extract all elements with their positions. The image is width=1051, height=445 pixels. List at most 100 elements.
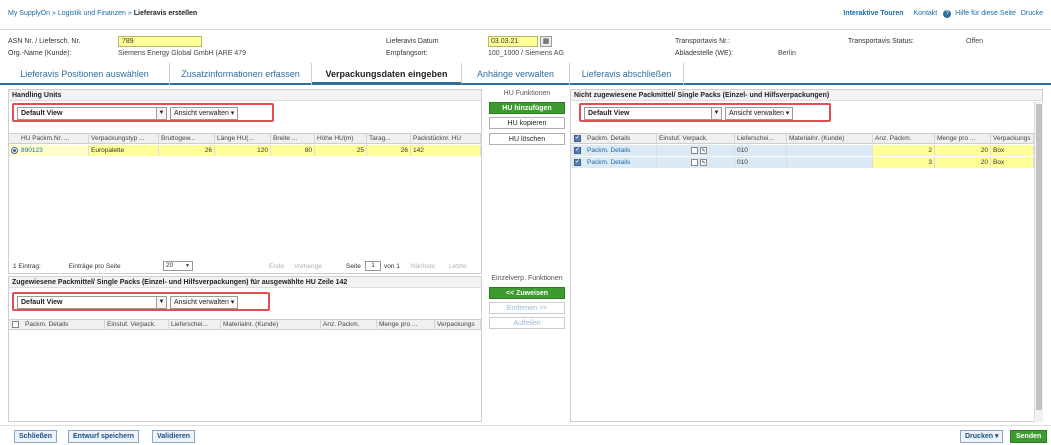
scroll-thumb[interactable]: [1036, 104, 1042, 410]
col-tare[interactable]: Tarag...: [367, 134, 411, 144]
help-icon[interactable]: ?: [943, 10, 952, 18]
col-packaging-type[interactable]: Verpackungstyp ...: [89, 134, 159, 144]
col-package-no[interactable]: Packstücknr. HU: [411, 134, 481, 144]
col-qty-per[interactable]: Menge pro ...: [935, 134, 991, 144]
breadcrumb-sep: »: [127, 10, 132, 17]
cell-material-no: [787, 145, 873, 156]
cell-pack-count[interactable]: 3: [873, 157, 935, 168]
add-hu-button[interactable]: HU hinzufügen: [489, 102, 565, 114]
packm-details-link[interactable]: Packm. Details: [585, 157, 657, 168]
col-pack-count[interactable]: Anz. Packm.: [321, 320, 377, 330]
row-checkbox[interactable]: [574, 158, 581, 166]
top-bar: My SupplyOn » Logistik und Finanzen » Li…: [0, 0, 1051, 30]
cell-packaging[interactable]: Box: [991, 157, 1034, 168]
col-height[interactable]: Höhe HU(m): [315, 134, 367, 144]
tab-packaging-data[interactable]: Verpackungsdaten eingeben: [312, 63, 462, 85]
row-checkbox[interactable]: [574, 146, 581, 154]
next-page-link[interactable]: Nächste: [411, 263, 435, 270]
hu-manage-view-button[interactable]: Ansicht verwalten ▾: [170, 107, 239, 120]
asn-input[interactable]: 789: [118, 36, 202, 47]
cell-packaging-type[interactable]: Europalette: [89, 145, 159, 156]
cell-width[interactable]: 80: [271, 145, 315, 156]
single-pack-checkbox[interactable]: [691, 147, 698, 154]
page-input[interactable]: 1: [365, 261, 381, 271]
col-packaging[interactable]: Verpackungs: [435, 320, 481, 330]
hu-view-select[interactable]: Default View ▼: [17, 107, 167, 120]
assign-button[interactable]: << Zuweisen: [489, 287, 565, 299]
col-packaging[interactable]: Verpackungs: [991, 134, 1034, 144]
col-packm-details[interactable]: Packm. Details: [23, 320, 105, 330]
select-all-checkbox[interactable]: [574, 134, 581, 142]
col-material-no[interactable]: Materialnr. (Kunde): [787, 134, 873, 144]
edit-icon[interactable]: ✎: [700, 159, 707, 166]
unassigned-manage-view-button[interactable]: Ansicht verwalten ▾: [725, 107, 794, 120]
cell-height[interactable]: 25: [315, 145, 367, 156]
per-page-select[interactable]: 20 ▼: [163, 261, 193, 271]
breadcrumb-logistics[interactable]: Logistik und Finanzen: [58, 10, 126, 17]
edit-icon[interactable]: ✎: [700, 147, 707, 154]
prev-page-link[interactable]: Vorherige: [294, 263, 322, 270]
col-qty-per[interactable]: Menge pro ...: [377, 320, 435, 330]
col-delivery-note[interactable]: Lieferschei...: [169, 320, 221, 330]
calendar-icon[interactable]: ▦: [540, 36, 552, 47]
delete-hu-button[interactable]: HU löschen: [489, 133, 565, 145]
cell-length[interactable]: 120: [215, 145, 271, 156]
breadcrumb-mysupplyon[interactable]: My SupplyOn: [8, 10, 50, 17]
send-button[interactable]: Senden: [1010, 430, 1048, 443]
select-all-checkbox[interactable]: [12, 321, 19, 328]
split-button[interactable]: Aufteilen: [489, 317, 565, 329]
tours-link[interactable]: Interaktive Touren: [843, 10, 903, 17]
vertical-scrollbar[interactable]: [1034, 102, 1043, 422]
cell-gross-weight[interactable]: 26: [159, 145, 215, 156]
save-draft-button[interactable]: Entwurf speichern: [68, 430, 140, 443]
tab-additional-info[interactable]: Zusatzinformationen erfassen: [170, 63, 312, 85]
col-material-no[interactable]: Materialnr. (Kunde): [221, 320, 321, 330]
cell-package-no[interactable]: 142: [411, 145, 481, 156]
single-pack-checkbox[interactable]: [691, 159, 698, 166]
close-button[interactable]: Schließen: [14, 430, 58, 443]
cell-pack-count[interactable]: 2: [873, 145, 935, 156]
cell-tare[interactable]: 26: [367, 145, 411, 156]
unassigned-view-select[interactable]: Default View ▼: [584, 107, 722, 120]
page-of: von 1: [384, 263, 400, 270]
help-link[interactable]: Hilfe für diese Seite: [955, 10, 1016, 17]
cell-hu-packm[interactable]: 890123: [19, 145, 89, 156]
table-row[interactable]: Packm. Details ✎ 010 2 20 Box: [571, 145, 1034, 156]
cell-material-no: [787, 157, 873, 168]
table-row[interactable]: 890123 Europalette 26 120 80 25 26 142: [9, 145, 481, 156]
print-link[interactable]: Drucke: [1021, 10, 1043, 17]
col-single-pack[interactable]: Einstuf. Verpack.: [105, 320, 169, 330]
col-delivery-note[interactable]: Lieferschei...: [735, 134, 787, 144]
col-single-pack[interactable]: Einstuf. Verpack.: [657, 134, 735, 144]
first-page-link[interactable]: Erste: [269, 263, 284, 270]
cell-packaging[interactable]: Box: [991, 145, 1034, 156]
last-page-link[interactable]: Letzte: [449, 263, 467, 270]
contact-link[interactable]: Kontakt: [914, 10, 938, 17]
tab-select-positions[interactable]: Lieferavis Positionen auswählen: [0, 63, 170, 85]
col-pack-count[interactable]: Anz. Packm.: [873, 134, 935, 144]
entry-count: 1 Eintrag:: [13, 263, 41, 270]
tab-complete[interactable]: Lieferavis abschließen: [570, 63, 684, 85]
assigned-view-select[interactable]: Default View ▼: [17, 296, 167, 309]
row-radio[interactable]: [11, 147, 18, 154]
date-input[interactable]: 03.03.21: [488, 36, 538, 47]
col-gross-weight[interactable]: Bruttogew...: [159, 134, 215, 144]
validate-button[interactable]: Validieren: [152, 430, 196, 443]
chevron-down-icon: ▼: [185, 263, 190, 269]
remove-button[interactable]: Entfernen >>: [489, 302, 565, 314]
cell-qty-per[interactable]: 20: [935, 157, 991, 168]
assigned-view-value: Default View: [21, 299, 63, 306]
packm-details-link[interactable]: Packm. Details: [585, 145, 657, 156]
col-packm-details[interactable]: Packm. Details: [585, 134, 657, 144]
hu-pager: 1 Eintrag: Einträge pro Seite 20 ▼ Erste …: [13, 261, 479, 271]
assigned-manage-view-button[interactable]: Ansicht verwalten ▾: [170, 296, 239, 309]
hu-view-value: Default View: [21, 110, 63, 117]
col-length[interactable]: Länge HU(...: [215, 134, 271, 144]
col-width[interactable]: Breite ...: [271, 134, 315, 144]
print-button[interactable]: Drucken ▾: [960, 430, 1004, 443]
table-row[interactable]: Packm. Details ✎ 010 3 20 Box: [571, 157, 1034, 168]
tab-attachments[interactable]: Anhänge verwalten: [462, 63, 570, 85]
col-hu-packm[interactable]: HU Packm.Nr. ...: [19, 134, 89, 144]
cell-qty-per[interactable]: 20: [935, 145, 991, 156]
copy-hu-button[interactable]: HU kopieren: [489, 117, 565, 129]
